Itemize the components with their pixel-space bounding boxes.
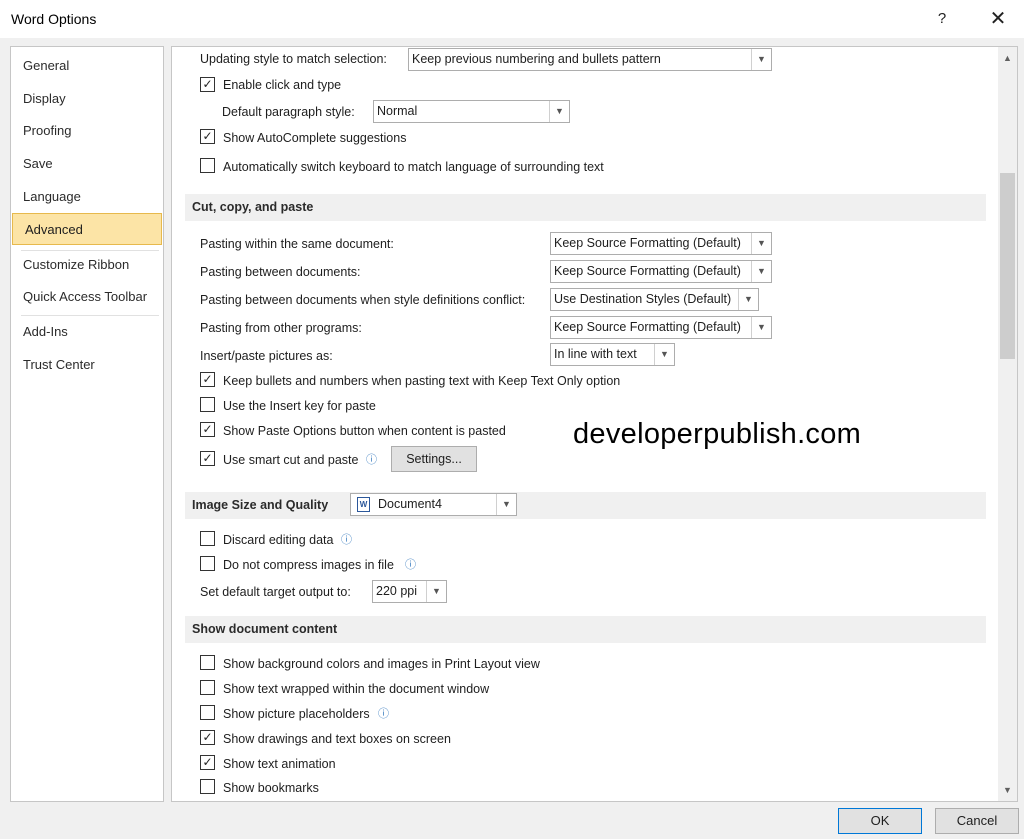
target-output-dropdown[interactable]: 220 ppi ▼ [372, 580, 447, 603]
show-drawings-label: Show drawings and text boxes on screen [223, 732, 451, 746]
show-bookmarks-label: Show bookmarks [223, 781, 319, 795]
info-icon: ⓘ [341, 531, 352, 547]
dropdown-value: Keep Source Formatting (Default) [554, 236, 741, 250]
chevron-down-icon: ▼ [496, 494, 516, 515]
no-compress-checkbox[interactable] [200, 556, 215, 571]
show-text-animation-checkbox[interactable]: ✓ [200, 755, 215, 770]
show-picture-placeholders-label: Show picture placeholders [223, 707, 370, 721]
show-background-label: Show background colors and images in Pri… [223, 657, 540, 671]
cancel-button[interactable]: Cancel [935, 808, 1019, 834]
paste-style-conflict-dropdown[interactable]: Use Destination Styles (Default) ▼ [550, 288, 759, 311]
insert-key-checkbox[interactable] [200, 397, 215, 412]
chevron-down-icon: ▼ [751, 317, 771, 338]
target-output-label: Set default target output to: [200, 585, 351, 599]
section-title: Show document content [192, 622, 337, 636]
word-document-icon: W [357, 497, 370, 512]
nav-item-general[interactable]: General [11, 50, 163, 82]
paste-style-conflict-label: Pasting between documents when style def… [200, 293, 525, 307]
scroll-down-arrow-icon[interactable]: ▼ [998, 781, 1017, 799]
paste-other-programs-label: Pasting from other programs: [200, 321, 362, 335]
scroll-up-arrow-icon[interactable]: ▲ [998, 49, 1017, 67]
nav-item-quick-access-toolbar[interactable]: Quick Access Toolbar [11, 281, 163, 313]
show-background-checkbox[interactable] [200, 655, 215, 670]
smart-cut-settings-button[interactable]: Settings... [391, 446, 477, 472]
dropdown-value: In line with text [554, 347, 637, 361]
nav-item-add-ins[interactable]: Add-Ins [11, 316, 163, 348]
ok-button[interactable]: OK [838, 808, 922, 834]
close-button[interactable]: ✕ [984, 6, 1012, 32]
section-header-show-document: Show document content [185, 616, 986, 643]
smart-cut-label: Use smart cut and paste [223, 453, 358, 467]
paste-same-doc-label: Pasting within the same document: [200, 237, 394, 251]
window-title: Word Options [11, 11, 96, 27]
chevron-down-icon: ▼ [751, 233, 771, 254]
dropdown-value: Use Destination Styles (Default) [554, 292, 731, 306]
show-bookmarks-checkbox[interactable] [200, 779, 215, 794]
show-drawings-checkbox[interactable]: ✓ [200, 730, 215, 745]
chevron-down-icon: ▼ [738, 289, 758, 310]
info-icon: ⓘ [366, 451, 377, 467]
nav-item-display[interactable]: Display [11, 83, 163, 115]
discard-editing-label: Discard editing data [223, 533, 333, 547]
enable-click-type-checkbox[interactable]: ✓ [200, 77, 215, 92]
content-scrollbar[interactable]: ▲ ▼ [998, 47, 1017, 801]
chevron-down-icon: ▼ [549, 101, 569, 122]
chevron-down-icon: ▼ [751, 261, 771, 282]
nav-item-trust-center[interactable]: Trust Center [11, 349, 163, 381]
default-paragraph-label: Default paragraph style: [222, 105, 355, 119]
show-text-animation-label: Show text animation [223, 757, 336, 771]
insert-pictures-label: Insert/paste pictures as: [200, 349, 333, 363]
show-text-wrapped-label: Show text wrapped within the document wi… [223, 682, 489, 696]
scroll-thumb[interactable] [1000, 173, 1015, 359]
show-text-wrapped-checkbox[interactable] [200, 680, 215, 695]
paste-between-docs-label: Pasting between documents: [200, 265, 361, 279]
dropdown-value: Keep Source Formatting (Default) [554, 320, 741, 334]
dropdown-value: 220 ppi [376, 584, 417, 598]
chevron-down-icon: ▼ [751, 49, 771, 70]
nav-item-language[interactable]: Language [11, 181, 163, 213]
paste-between-docs-dropdown[interactable]: Keep Source Formatting (Default) ▼ [550, 260, 772, 283]
section-header-image-size: Image Size and Quality [185, 492, 986, 519]
nav-item-save[interactable]: Save [11, 148, 163, 180]
watermark-text: developerpublish.com [573, 418, 861, 451]
info-icon: ⓘ [405, 556, 416, 572]
updating-style-label: Updating style to match selection: [200, 52, 387, 66]
nav-item-customize-ribbon[interactable]: Customize Ribbon [11, 249, 163, 281]
enable-click-type-label: Enable click and type [223, 78, 341, 92]
nav-item-proofing[interactable]: Proofing [11, 115, 163, 147]
show-picture-placeholders-checkbox[interactable] [200, 705, 215, 720]
nav-item-advanced[interactable]: Advanced [12, 213, 162, 245]
default-paragraph-dropdown[interactable]: Normal ▼ [373, 100, 570, 123]
chevron-down-icon: ▼ [654, 344, 674, 365]
discard-editing-checkbox[interactable] [200, 531, 215, 546]
paste-other-programs-dropdown[interactable]: Keep Source Formatting (Default) ▼ [550, 316, 772, 339]
paste-same-doc-dropdown[interactable]: Keep Source Formatting (Default) ▼ [550, 232, 772, 255]
paste-options-button-label: Show Paste Options button when content i… [223, 424, 506, 438]
insert-pictures-dropdown[interactable]: In line with text ▼ [550, 343, 675, 366]
autocomplete-checkbox[interactable]: ✓ [200, 129, 215, 144]
chevron-down-icon: ▼ [426, 581, 446, 602]
autocomplete-label: Show AutoComplete suggestions [223, 131, 406, 145]
no-compress-label: Do not compress images in file [223, 558, 394, 572]
dropdown-value: Keep Source Formatting (Default) [554, 264, 741, 278]
section-header-cut-copy-paste: Cut, copy, and paste [185, 194, 986, 221]
section-title: Image Size and Quality [192, 498, 328, 512]
insert-key-label: Use the Insert key for paste [223, 399, 376, 413]
section-title: Cut, copy, and paste [192, 200, 313, 214]
info-icon: ⓘ [378, 705, 389, 721]
keep-bullets-label: Keep bullets and numbers when pasting te… [223, 374, 620, 388]
dropdown-value: Document4 [378, 497, 442, 511]
paste-options-button-checkbox[interactable]: ✓ [200, 422, 215, 437]
image-document-dropdown[interactable]: W Document4 ▼ [350, 493, 517, 516]
smart-cut-checkbox[interactable]: ✓ [200, 451, 215, 466]
dropdown-value: Normal [377, 104, 417, 118]
dropdown-value: Keep previous numbering and bullets patt… [412, 52, 661, 66]
keep-bullets-checkbox[interactable]: ✓ [200, 372, 215, 387]
help-button[interactable]: ? [930, 7, 954, 31]
auto-switch-keyboard-checkbox[interactable] [200, 158, 215, 173]
updating-style-dropdown[interactable]: Keep previous numbering and bullets patt… [408, 48, 772, 71]
title-bar: Word Options ? ✕ [0, 0, 1024, 38]
auto-switch-keyboard-label: Automatically switch keyboard to match l… [223, 160, 604, 174]
options-nav: General Display Proofing Save Language A… [10, 46, 164, 802]
